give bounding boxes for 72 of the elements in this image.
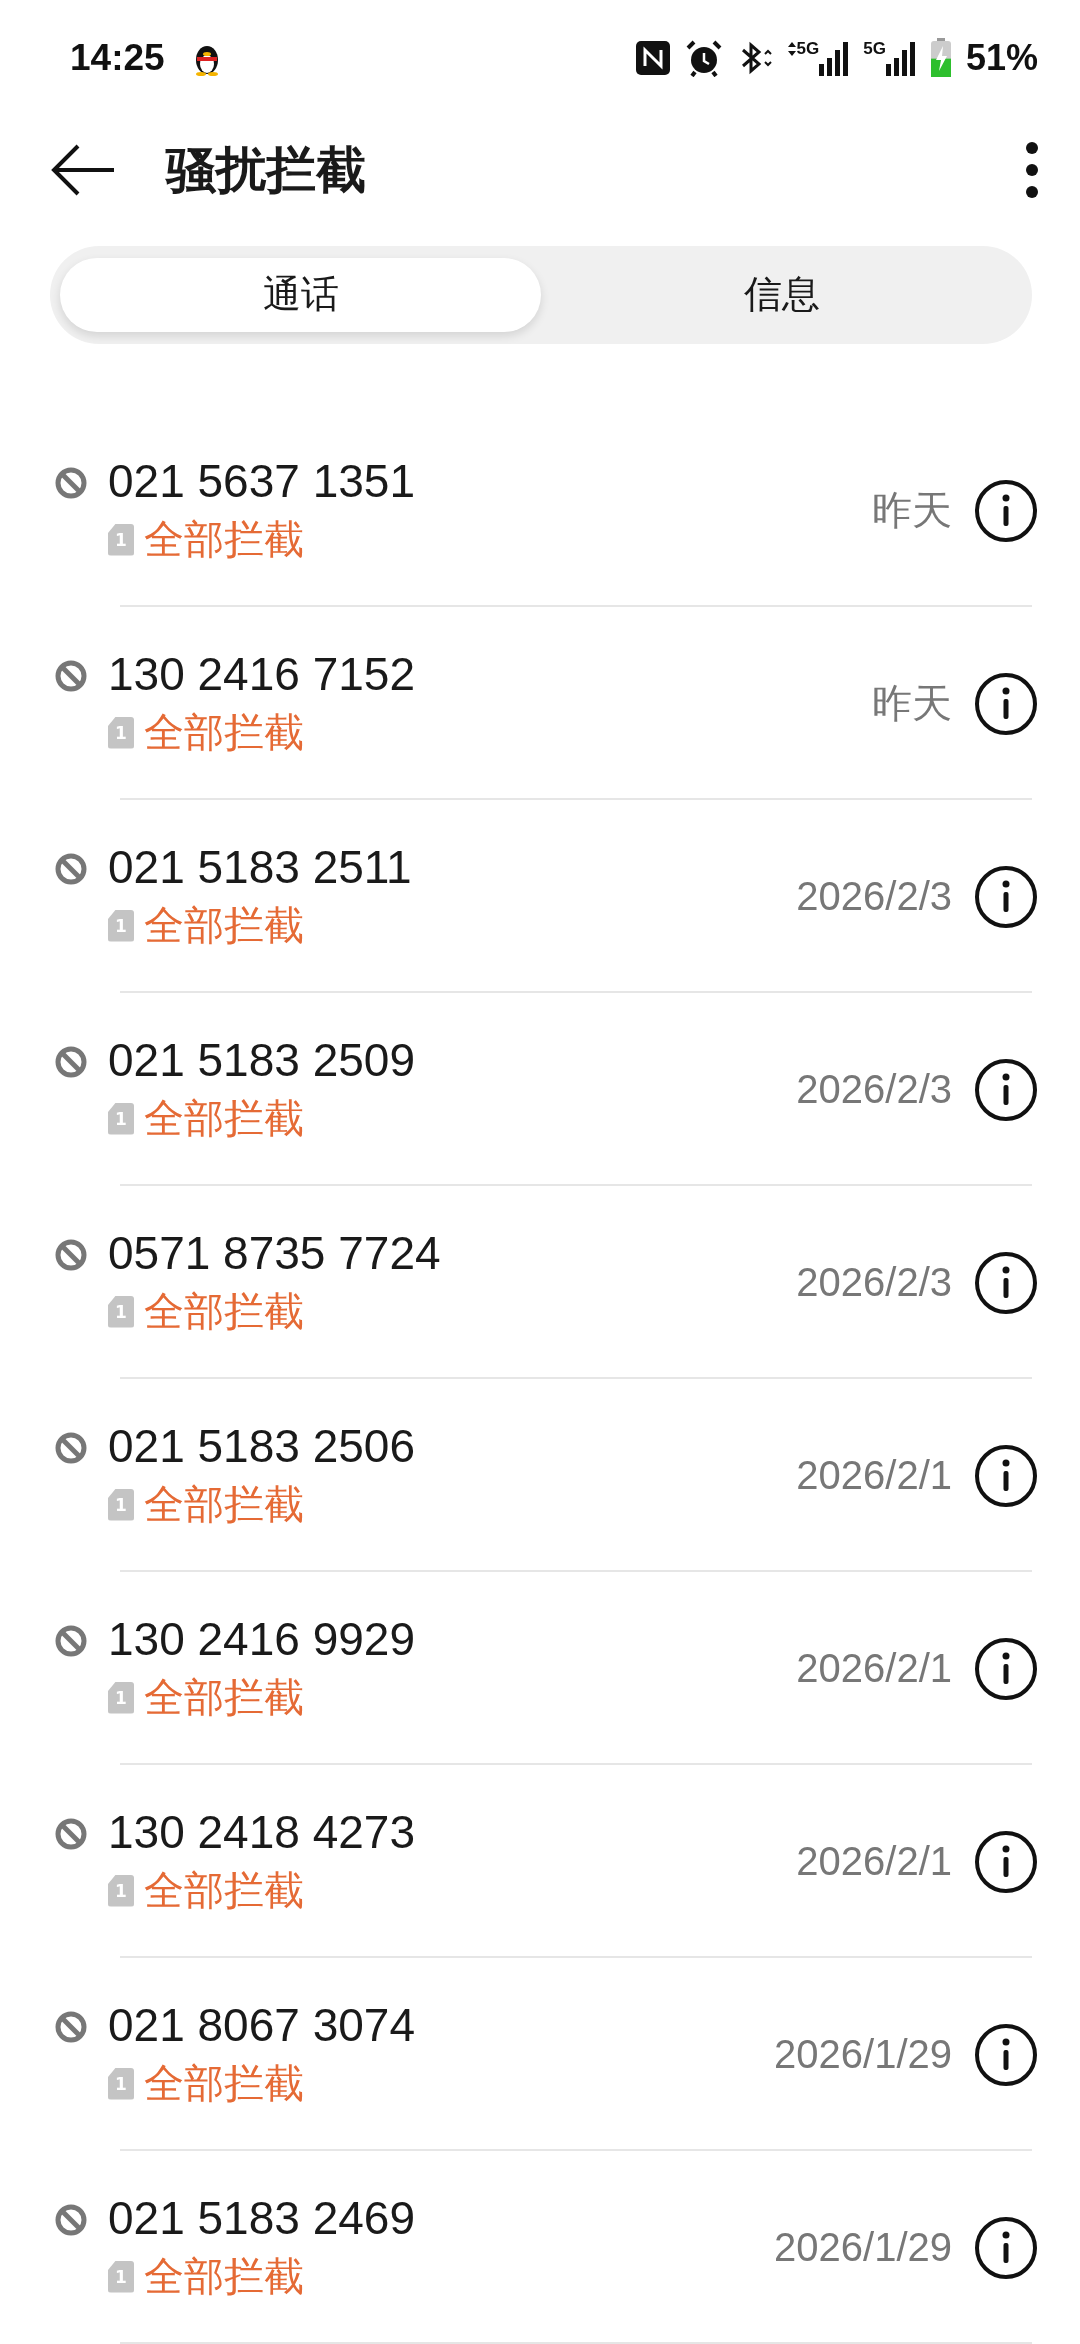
call-time: 2026/1/29 bbox=[774, 2032, 952, 2077]
block-status: 全部拦截 bbox=[144, 2059, 304, 2108]
block-icon bbox=[54, 852, 88, 886]
tab[interactable]: 信息 bbox=[541, 257, 1022, 332]
network-type: 5G bbox=[796, 40, 820, 59]
signal-icon bbox=[819, 40, 850, 77]
signal-icon bbox=[885, 40, 916, 77]
network-type: 5G bbox=[863, 40, 886, 59]
info-button[interactable] bbox=[974, 671, 1038, 736]
block-icon bbox=[54, 1624, 88, 1658]
info-button[interactable] bbox=[974, 478, 1038, 543]
block-status: 全部拦截 bbox=[144, 515, 304, 564]
info-button[interactable] bbox=[974, 2022, 1038, 2087]
call-time: 2026/2/1 bbox=[796, 1453, 952, 1498]
nfc-icon bbox=[634, 40, 671, 77]
info-button[interactable] bbox=[974, 1250, 1038, 1315]
block-icon bbox=[54, 1431, 88, 1465]
info-button[interactable] bbox=[974, 2215, 1038, 2280]
block-status: 全部拦截 bbox=[144, 1480, 304, 1529]
call-time: 2026/2/3 bbox=[796, 874, 952, 919]
info-button[interactable] bbox=[974, 1636, 1038, 1701]
more-menu-button[interactable] bbox=[1024, 140, 1040, 201]
phone-number: 130 2416 7152 bbox=[108, 647, 416, 701]
block-icon bbox=[54, 1817, 88, 1851]
sim-icon: 1 bbox=[108, 909, 134, 942]
page-title: 骚扰拦截 bbox=[166, 139, 367, 201]
call-time: 2026/2/3 bbox=[796, 1260, 952, 1305]
tab[interactable]: 通话 bbox=[60, 257, 541, 332]
status-time: 14:25 bbox=[70, 37, 165, 80]
phone-number: 021 5183 2506 bbox=[108, 1419, 416, 1473]
call-time: 2026/1/29 bbox=[774, 2225, 952, 2270]
phone-number: 130 2418 4273 bbox=[108, 1805, 416, 1859]
block-status: 全部拦截 bbox=[144, 901, 304, 950]
call-time: 2026/2/1 bbox=[796, 1839, 952, 1884]
phone-number: 021 5637 1351 bbox=[108, 454, 416, 508]
block-status: 全部拦截 bbox=[144, 708, 304, 757]
block-icon bbox=[54, 1238, 88, 1272]
block-icon bbox=[54, 1045, 88, 1079]
sim-icon: 1 bbox=[108, 2067, 134, 2100]
sim-icon: 1 bbox=[108, 1874, 134, 1907]
block-status: 全部拦截 bbox=[144, 1673, 304, 1722]
battery-percent: 51% bbox=[965, 37, 1038, 80]
block-status: 全部拦截 bbox=[144, 1094, 304, 1143]
call-time: 2026/2/1 bbox=[796, 1646, 952, 1691]
sim-icon: 1 bbox=[108, 1102, 134, 1135]
block-icon bbox=[54, 659, 88, 693]
sim-icon: 1 bbox=[108, 2260, 134, 2293]
block-status: 全部拦截 bbox=[144, 1287, 304, 1336]
block-icon bbox=[54, 2203, 88, 2237]
block-icon bbox=[54, 2010, 88, 2044]
call-time: 昨天 bbox=[872, 487, 952, 534]
info-button[interactable] bbox=[974, 864, 1038, 929]
sim-icon: 1 bbox=[108, 1681, 134, 1714]
call-time: 昨天 bbox=[872, 680, 952, 727]
block-status: 全部拦截 bbox=[144, 2252, 304, 2301]
phone-number: 130 2416 9929 bbox=[108, 1612, 416, 1666]
sim-icon: 1 bbox=[108, 523, 134, 556]
phone-number: 0571 8735 7724 bbox=[108, 1226, 442, 1280]
info-button[interactable] bbox=[974, 1829, 1038, 1894]
phone-number: 021 5183 2469 bbox=[108, 2191, 416, 2245]
sim-icon: 1 bbox=[108, 1488, 134, 1521]
phone-number: 021 5183 2511 bbox=[108, 840, 413, 894]
call-time: 2026/2/3 bbox=[796, 1067, 952, 1112]
block-status: 全部拦截 bbox=[144, 1866, 304, 1915]
block-icon bbox=[54, 466, 88, 500]
phone-number: 021 5183 2509 bbox=[108, 1033, 416, 1087]
alarm-icon bbox=[684, 39, 723, 78]
info-button[interactable] bbox=[974, 1057, 1038, 1122]
info-button[interactable] bbox=[974, 1443, 1038, 1508]
sim-icon: 1 bbox=[108, 716, 134, 749]
phone-number: 021 8067 3074 bbox=[108, 1998, 416, 2052]
sim-icon: 1 bbox=[108, 1295, 134, 1328]
